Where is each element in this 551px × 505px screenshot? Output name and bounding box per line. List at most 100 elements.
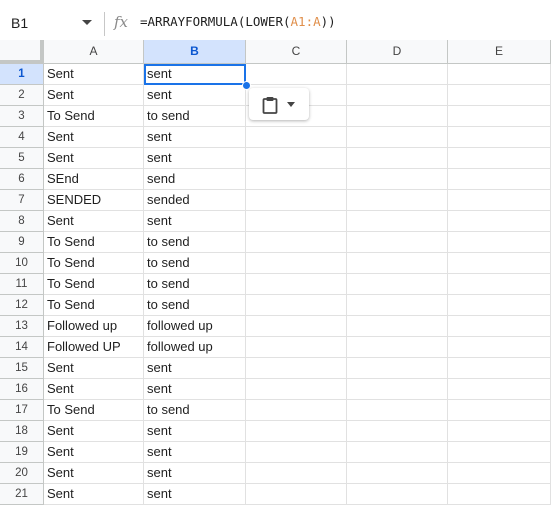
cell-b[interactable]: sent	[144, 421, 246, 442]
name-box-dropdown-icon[interactable]	[82, 20, 92, 25]
cell-e[interactable]	[448, 253, 551, 274]
cell-d[interactable]	[347, 106, 448, 127]
cell-b[interactable]: followed up	[144, 316, 246, 337]
row-header[interactable]: 2	[0, 85, 44, 106]
cell-a[interactable]: Sent	[44, 484, 144, 505]
cell-c[interactable]	[246, 274, 347, 295]
row-header[interactable]: 3	[0, 106, 44, 127]
cell-a[interactable]: Sent	[44, 148, 144, 169]
cell-e[interactable]	[448, 190, 551, 211]
cell-d[interactable]	[347, 295, 448, 316]
cell-d[interactable]	[347, 316, 448, 337]
cell-c[interactable]	[246, 442, 347, 463]
cell-b[interactable]: sent	[144, 211, 246, 232]
cell-c[interactable]	[246, 316, 347, 337]
cell-a[interactable]: Sent	[44, 442, 144, 463]
cell-a[interactable]: SEnd	[44, 169, 144, 190]
row-header[interactable]: 20	[0, 463, 44, 484]
cell-c[interactable]	[246, 253, 347, 274]
cell-d[interactable]	[347, 148, 448, 169]
cell-a[interactable]: To Send	[44, 295, 144, 316]
cell-b[interactable]: to send	[144, 295, 246, 316]
row-header[interactable]: 19	[0, 442, 44, 463]
cell-b[interactable]: to send	[144, 400, 246, 421]
cell-e[interactable]	[448, 316, 551, 337]
cell-e[interactable]	[448, 148, 551, 169]
cell-a[interactable]: Sent	[44, 211, 144, 232]
column-header-a[interactable]: A	[44, 40, 144, 64]
cell-c[interactable]	[246, 169, 347, 190]
cell-c[interactable]	[246, 421, 347, 442]
row-header[interactable]: 1	[0, 64, 44, 85]
cell-d[interactable]	[347, 85, 448, 106]
cell-b[interactable]: to send	[144, 274, 246, 295]
row-header[interactable]: 14	[0, 337, 44, 358]
row-header[interactable]: 11	[0, 274, 44, 295]
cell-b[interactable]: to send	[144, 106, 246, 127]
cell-a[interactable]: Sent	[44, 463, 144, 484]
cell-e[interactable]	[448, 64, 551, 85]
row-header[interactable]: 17	[0, 400, 44, 421]
cell-d[interactable]	[347, 421, 448, 442]
cell-a[interactable]: To Send	[44, 232, 144, 253]
cell-b[interactable]: sent	[144, 379, 246, 400]
cell-d[interactable]	[347, 337, 448, 358]
cell-d[interactable]	[347, 463, 448, 484]
row-header[interactable]: 12	[0, 295, 44, 316]
cell-d[interactable]	[347, 379, 448, 400]
cell-a[interactable]: To Send	[44, 253, 144, 274]
row-header[interactable]: 7	[0, 190, 44, 211]
cell-e[interactable]	[448, 295, 551, 316]
cell-a[interactable]: Followed up	[44, 316, 144, 337]
cell-c[interactable]	[246, 358, 347, 379]
cell-b[interactable]: sent	[144, 442, 246, 463]
cell-c[interactable]	[246, 232, 347, 253]
select-all-corner[interactable]	[0, 40, 44, 64]
cell-d[interactable]	[347, 211, 448, 232]
row-header[interactable]: 6	[0, 169, 44, 190]
cell-e[interactable]	[448, 274, 551, 295]
cell-a[interactable]: SENDED	[44, 190, 144, 211]
cell-c[interactable]	[246, 484, 347, 505]
cell-d[interactable]	[347, 169, 448, 190]
row-header[interactable]: 16	[0, 379, 44, 400]
cell-c[interactable]	[246, 127, 347, 148]
cell-a[interactable]: Sent	[44, 379, 144, 400]
cell-a[interactable]: To Send	[44, 106, 144, 127]
cell-d[interactable]	[347, 358, 448, 379]
cell-c[interactable]	[246, 463, 347, 484]
cell-c[interactable]	[246, 295, 347, 316]
cell-e[interactable]	[448, 379, 551, 400]
cell-e[interactable]	[448, 211, 551, 232]
column-header-b[interactable]: B	[144, 40, 246, 64]
cell-e[interactable]	[448, 337, 551, 358]
cell-e[interactable]	[448, 442, 551, 463]
cell-a[interactable]: Followed UP	[44, 337, 144, 358]
cell-c[interactable]	[246, 379, 347, 400]
cell-b[interactable]: sent	[144, 484, 246, 505]
cell-a[interactable]: Sent	[44, 64, 144, 85]
cell-a[interactable]: Sent	[44, 421, 144, 442]
cell-b[interactable]: sent	[144, 85, 246, 106]
cell-e[interactable]	[448, 463, 551, 484]
cell-a[interactable]: To Send	[44, 400, 144, 421]
column-header-c[interactable]: C	[246, 40, 347, 64]
row-header[interactable]: 13	[0, 316, 44, 337]
column-header-d[interactable]: D	[347, 40, 448, 64]
cell-a[interactable]: Sent	[44, 85, 144, 106]
row-header[interactable]: 4	[0, 127, 44, 148]
cell-e[interactable]	[448, 85, 551, 106]
formula-input[interactable]: =ARRAYFORMULA(LOWER(A1:A))	[140, 14, 336, 29]
row-header[interactable]: 5	[0, 148, 44, 169]
cell-d[interactable]	[347, 400, 448, 421]
cell-d[interactable]	[347, 484, 448, 505]
cell-b[interactable]: to send	[144, 232, 246, 253]
cell-e[interactable]	[448, 127, 551, 148]
cell-b[interactable]: sent	[144, 148, 246, 169]
cell-c[interactable]	[246, 400, 347, 421]
cell-d[interactable]	[347, 442, 448, 463]
cell-b[interactable]: sent	[144, 127, 246, 148]
row-header[interactable]: 15	[0, 358, 44, 379]
cell-d[interactable]	[347, 64, 448, 85]
cell-c[interactable]	[246, 337, 347, 358]
